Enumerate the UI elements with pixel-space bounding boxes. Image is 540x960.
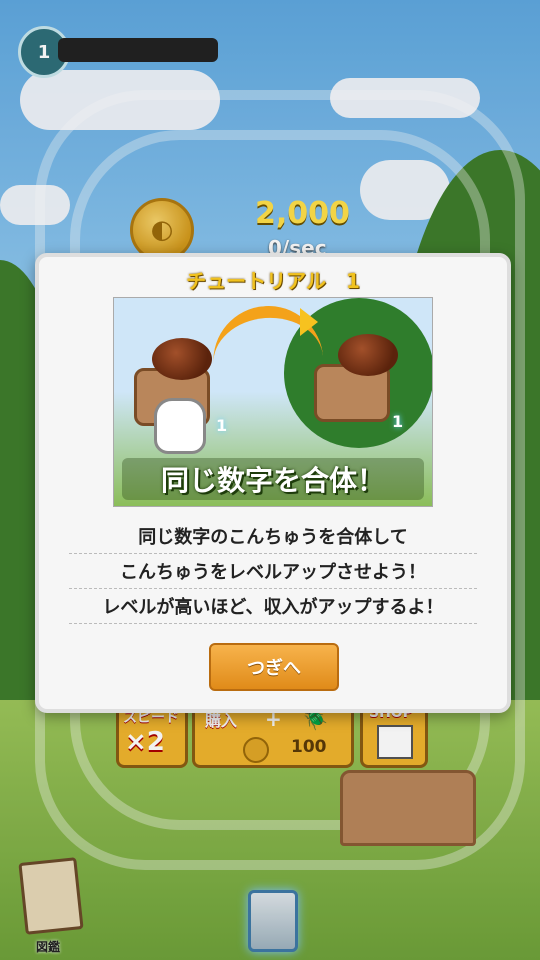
beetle-icon	[152, 338, 212, 380]
dialog-title: チュートリアル 1	[186, 269, 360, 293]
tutorial-line: レベルが高いほど、収入がアップするよ！	[69, 589, 477, 624]
beetle-number: 1	[216, 416, 228, 435]
tutorial-text: 同じ数字のこんちゅうを合体して こんちゅうをレベルアップさせよう！ レベルが高い…	[69, 519, 477, 624]
beetle-icon	[338, 334, 398, 376]
tutorial-caption: 同じ数字を合体！	[122, 458, 424, 500]
arrow-head-icon	[300, 308, 318, 336]
tutorial-line: 同じ数字のこんちゅうを合体して	[69, 519, 477, 554]
next-button[interactable]: つぎへ	[209, 643, 339, 691]
tutorial-image: 1 1 同じ数字を合体！	[113, 297, 433, 507]
hand-pointer-icon	[154, 398, 206, 454]
beetle-number: 1	[392, 412, 404, 431]
tutorial-dialog: チュートリアル 1 1 1 同じ数字を合体！ 同じ数字のこんちゅうを合体して こ…	[35, 253, 511, 713]
tutorial-line: こんちゅうをレベルアップさせよう！	[69, 554, 477, 589]
